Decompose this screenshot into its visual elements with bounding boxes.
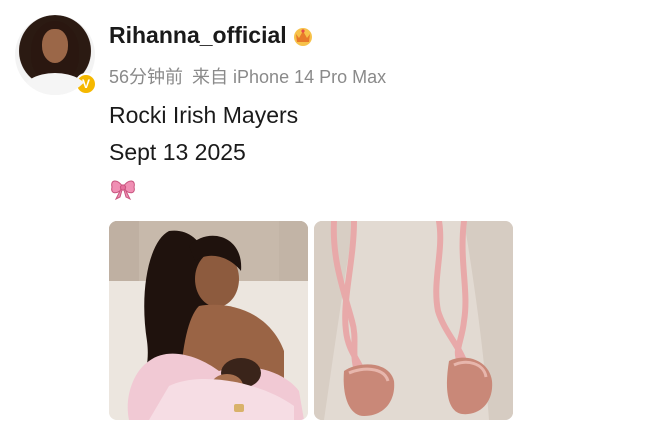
- crown-icon: [291, 25, 315, 47]
- post-source[interactable]: 来自 iPhone 14 Pro Max: [192, 63, 386, 89]
- avatar-face: [42, 29, 68, 63]
- username[interactable]: Rihanna_official: [109, 22, 287, 49]
- post-text-line-1: Rocki Irish Mayers: [109, 102, 299, 128]
- post-time: 56分钟前: [109, 67, 184, 87]
- post-meta: 56分钟前 来自 iPhone 14 Pro Max: [109, 63, 386, 89]
- photo-pink-ribbon-shoes-image: [314, 221, 513, 420]
- ribbon-bow-icon: [109, 176, 137, 201]
- avatar-container[interactable]: V: [15, 15, 97, 95]
- post-text-line-2: Sept 13 2025: [109, 139, 246, 165]
- photo-mother-baby-image: [109, 221, 308, 420]
- photo-pink-ribbon-shoes[interactable]: [314, 221, 513, 420]
- photo-mother-baby[interactable]: [109, 221, 308, 420]
- avatar[interactable]: [15, 15, 95, 95]
- username-row: Rihanna_official: [109, 22, 315, 49]
